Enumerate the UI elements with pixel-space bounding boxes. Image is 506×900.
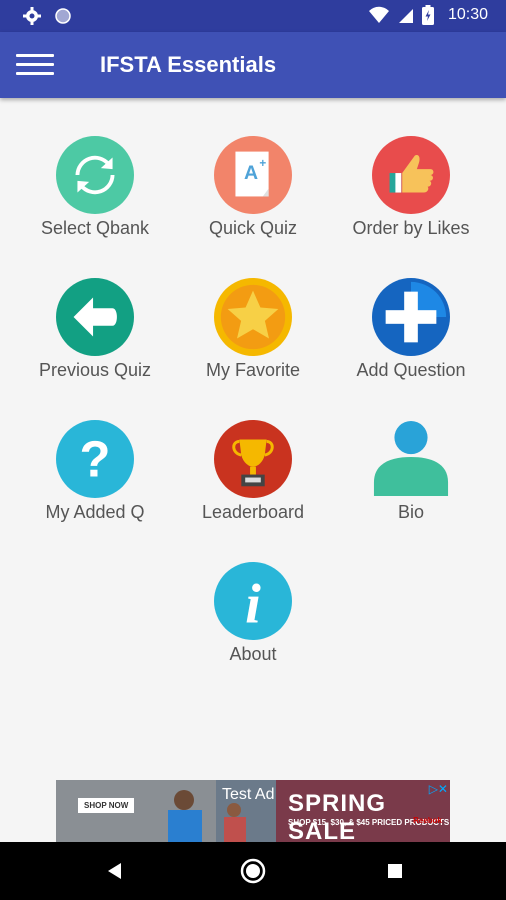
quick-quiz-button[interactable]: A + Quick Quiz	[174, 98, 332, 238]
ad-shop-now-button[interactable]: SHOP NOW	[78, 798, 135, 813]
select-qbank-button[interactable]: Select Qbank	[16, 98, 174, 238]
svg-text:i: i	[245, 573, 261, 635]
trophy-icon	[214, 420, 292, 498]
svg-text:+: +	[259, 157, 266, 170]
svg-text:?: ?	[80, 431, 111, 488]
quick-quiz-label: Quick Quiz	[208, 218, 298, 238]
ad-brand-logo: Reebok	[413, 816, 442, 825]
app-title: IFSTA Essentials	[100, 52, 277, 77]
status-time: 10:30	[447, 6, 488, 23]
about-label: About	[229, 644, 277, 664]
arrow-left-icon	[56, 278, 134, 356]
back-icon[interactable]	[100, 856, 130, 886]
select-qbank-label: Select Qbank	[40, 218, 150, 238]
home-icon[interactable]	[238, 856, 268, 886]
refresh-icon	[56, 136, 134, 214]
status-bar: 10:30	[0, 0, 506, 32]
grade-paper-icon: A +	[214, 136, 292, 214]
plus-icon	[372, 278, 450, 356]
person-icon	[373, 420, 449, 497]
add-question-button[interactable]: Add Question	[332, 240, 490, 380]
leaderboard-button[interactable]: Leaderboard	[174, 382, 332, 522]
star-icon	[214, 278, 292, 356]
app-bar: IFSTA Essentials	[0, 32, 506, 98]
leaderboard-label: Leaderboard	[201, 502, 305, 522]
hamburger-menu-icon[interactable]	[16, 50, 54, 80]
system-nav-bar	[0, 842, 506, 900]
add-question-label: Add Question	[356, 360, 466, 380]
recents-icon[interactable]	[380, 856, 410, 886]
cell-signal-icon	[398, 9, 413, 23]
ad-label: Test Ad	[222, 786, 275, 803]
my-added-q-button[interactable]: ? My Added Q	[16, 382, 174, 522]
settings-icon	[23, 7, 41, 25]
ad-banner[interactable]: SHOP NOW Test Ad SPRING SALE SHOP $15, $…	[56, 780, 450, 842]
my-favorite-label: My Favorite	[205, 360, 301, 380]
sync-indicator-icon	[55, 8, 71, 24]
question-icon: ?	[56, 420, 134, 498]
bio-label: Bio	[397, 502, 424, 522]
wifi-icon	[368, 6, 389, 23]
svg-text:A: A	[244, 162, 258, 184]
previous-quiz-button[interactable]: Previous Quiz	[16, 240, 174, 380]
order-by-likes-button[interactable]: Order by Likes	[332, 98, 490, 238]
my-favorite-button[interactable]: My Favorite	[174, 240, 332, 380]
thumbs-up-icon	[372, 136, 450, 214]
bio-button[interactable]: Bio	[332, 382, 490, 522]
order-by-likes-label: Order by Likes	[352, 218, 470, 238]
ad-close-icon[interactable]: ▷✕	[429, 782, 448, 796]
battery-icon	[421, 5, 434, 25]
info-icon: i	[214, 562, 292, 640]
about-button[interactable]: i About	[174, 524, 332, 664]
previous-quiz-label: Previous Quiz	[38, 360, 152, 380]
my-added-q-label: My Added Q	[45, 502, 145, 522]
